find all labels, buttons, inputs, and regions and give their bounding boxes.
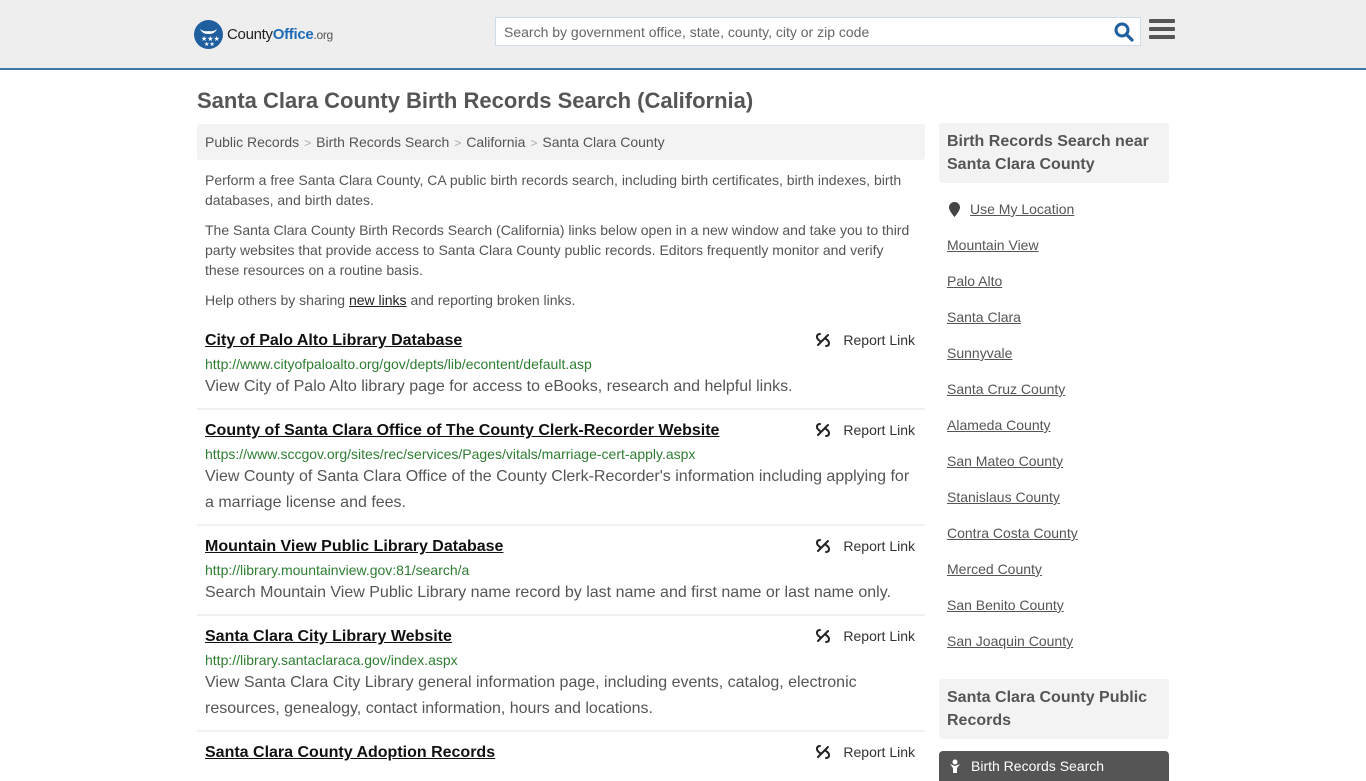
- intro-text-after: and reporting broken links.: [406, 292, 576, 308]
- logo-text: CountyOffice.org: [227, 26, 333, 43]
- intro-text-before: Help others by sharing: [205, 292, 349, 308]
- report-link-button[interactable]: Report Link: [815, 628, 915, 644]
- new-links-link[interactable]: new links: [349, 292, 407, 308]
- listing-item: Santa Clara City Library Website Report …: [197, 616, 925, 732]
- nearby-link-merced-county[interactable]: Merced County: [947, 551, 1161, 587]
- breadcrumb-public-records[interactable]: Public Records: [205, 134, 299, 150]
- nearby-link-mountain-view[interactable]: Mountain View: [947, 227, 1161, 263]
- sidebar-item-label: Birth Records Search: [971, 758, 1105, 774]
- listing-url: http://library.mountainview.gov:81/searc…: [205, 562, 470, 578]
- listing-title-link[interactable]: Mountain View Public Library Database: [205, 536, 503, 558]
- broken-link-icon: [816, 629, 831, 643]
- listing-title-link[interactable]: Santa Clara County Adoption Records: [205, 742, 495, 764]
- baby-icon: [950, 759, 960, 773]
- nearby-link-contra-costa-county[interactable]: Contra Costa County: [947, 515, 1161, 551]
- nearby-link-palo-alto[interactable]: Palo Alto: [947, 263, 1161, 299]
- report-link-label: Report Link: [843, 628, 915, 644]
- hamburger-menu-icon[interactable]: [1149, 19, 1175, 41]
- report-link-button[interactable]: Report Link: [815, 538, 915, 554]
- nearby-link-stanislaus-county[interactable]: Stanislaus County: [947, 479, 1161, 515]
- breadcrumb-separator: >: [454, 136, 462, 150]
- report-link-label: Report Link: [843, 332, 915, 348]
- report-link-button[interactable]: Report Link: [815, 332, 915, 348]
- nearby-heading: Birth Records Search near Santa Clara Co…: [939, 123, 1169, 183]
- listing-description: View Santa Clara City Library general in…: [205, 674, 857, 717]
- search-box: [495, 17, 1141, 46]
- listing-url: http://library.santaclaraca.gov/index.as…: [205, 652, 458, 668]
- eagle-logo-icon: ★★★ ★★: [194, 20, 223, 49]
- listing-description: Search Mountain View Public Library name…: [205, 584, 891, 601]
- sidebar: Birth Records Search near Santa Clara Co…: [939, 123, 1169, 781]
- breadcrumb-separator: >: [304, 136, 312, 150]
- listing-title-link[interactable]: City of Palo Alto Library Database: [205, 330, 462, 352]
- report-link-button[interactable]: Report Link: [815, 422, 915, 438]
- broken-link-icon: [816, 745, 831, 759]
- nearby-link-santa-cruz-county[interactable]: Santa Cruz County: [947, 371, 1161, 407]
- listing-item: County of Santa Clara Office of The Coun…: [197, 410, 925, 526]
- site-header: ★★★ ★★ CountyOffice.org: [0, 0, 1366, 70]
- nearby-links: Use My Location Mountain View Palo Alto …: [939, 183, 1169, 659]
- broken-link-icon: [816, 539, 831, 553]
- intro-text: Perform a free Santa Clara County, CA pu…: [205, 170, 920, 320]
- broken-link-icon: [816, 423, 831, 437]
- intro-paragraph-1: Perform a free Santa Clara County, CA pu…: [205, 172, 902, 208]
- broken-link-icon: [816, 333, 831, 347]
- nearby-link-san-benito-county[interactable]: San Benito County: [947, 587, 1161, 623]
- page-title: Santa Clara County Birth Records Search …: [197, 88, 754, 113]
- svg-text:★★: ★★: [204, 41, 215, 48]
- listing-item: Santa Clara County Adoption Records Repo…: [197, 732, 925, 772]
- nearby-link-san-joaquin-county[interactable]: San Joaquin County: [947, 623, 1161, 659]
- breadcrumb-california[interactable]: California: [466, 134, 525, 150]
- map-marker-icon: [949, 201, 960, 217]
- listing-description: View City of Palo Alto library page for …: [205, 378, 793, 395]
- nearby-link-santa-clara[interactable]: Santa Clara: [947, 299, 1161, 335]
- nearby-link-san-mateo-county[interactable]: San Mateo County: [947, 443, 1161, 479]
- site-logo[interactable]: ★★★ ★★ CountyOffice.org: [194, 20, 333, 49]
- listing-url: https://www.sccgov.org/sites/rec/service…: [205, 446, 696, 462]
- use-my-location-label: Use My Location: [970, 201, 1075, 217]
- use-my-location-link[interactable]: Use My Location: [947, 191, 1161, 227]
- listings: City of Palo Alto Library Database Repor…: [197, 320, 925, 772]
- breadcrumb: Public Records > Birth Records Search > Cali…: [197, 124, 925, 160]
- listing-title-link[interactable]: County of Santa Clara Office of The Coun…: [205, 420, 719, 442]
- nearby-link-alameda-county[interactable]: Alameda County: [947, 407, 1161, 443]
- report-link-label: Report Link: [843, 744, 915, 760]
- breadcrumb-birth-records-search[interactable]: Birth Records Search: [316, 134, 449, 150]
- search-input[interactable]: [496, 18, 1106, 45]
- public-records-heading: Santa Clara County Public Records: [939, 679, 1169, 739]
- nearby-link-sunnyvale[interactable]: Sunnyvale: [947, 335, 1161, 371]
- breadcrumb-separator: >: [530, 136, 538, 150]
- listing-item: City of Palo Alto Library Database Repor…: [197, 320, 925, 410]
- intro-paragraph-2: The Santa Clara County Birth Records Sea…: [205, 222, 910, 278]
- report-link-label: Report Link: [843, 538, 915, 554]
- intro-paragraph-3: Help others by sharing new links and rep…: [205, 290, 920, 310]
- listing-title-link[interactable]: Santa Clara City Library Website: [205, 626, 452, 648]
- listing-description: View County of Santa Clara Office of the…: [205, 468, 910, 511]
- listing-url: http://www.cityofpaloalto.org/gov/depts/…: [205, 356, 592, 372]
- breadcrumb-santa-clara-county[interactable]: Santa Clara County: [542, 134, 664, 150]
- sidebar-item-birth-records-search[interactable]: Birth Records Search: [939, 751, 1169, 781]
- search-icon[interactable]: [1114, 22, 1134, 42]
- report-link-button[interactable]: Report Link: [815, 744, 915, 760]
- report-link-label: Report Link: [843, 422, 915, 438]
- listing-item: Mountain View Public Library Database Re…: [197, 526, 925, 616]
